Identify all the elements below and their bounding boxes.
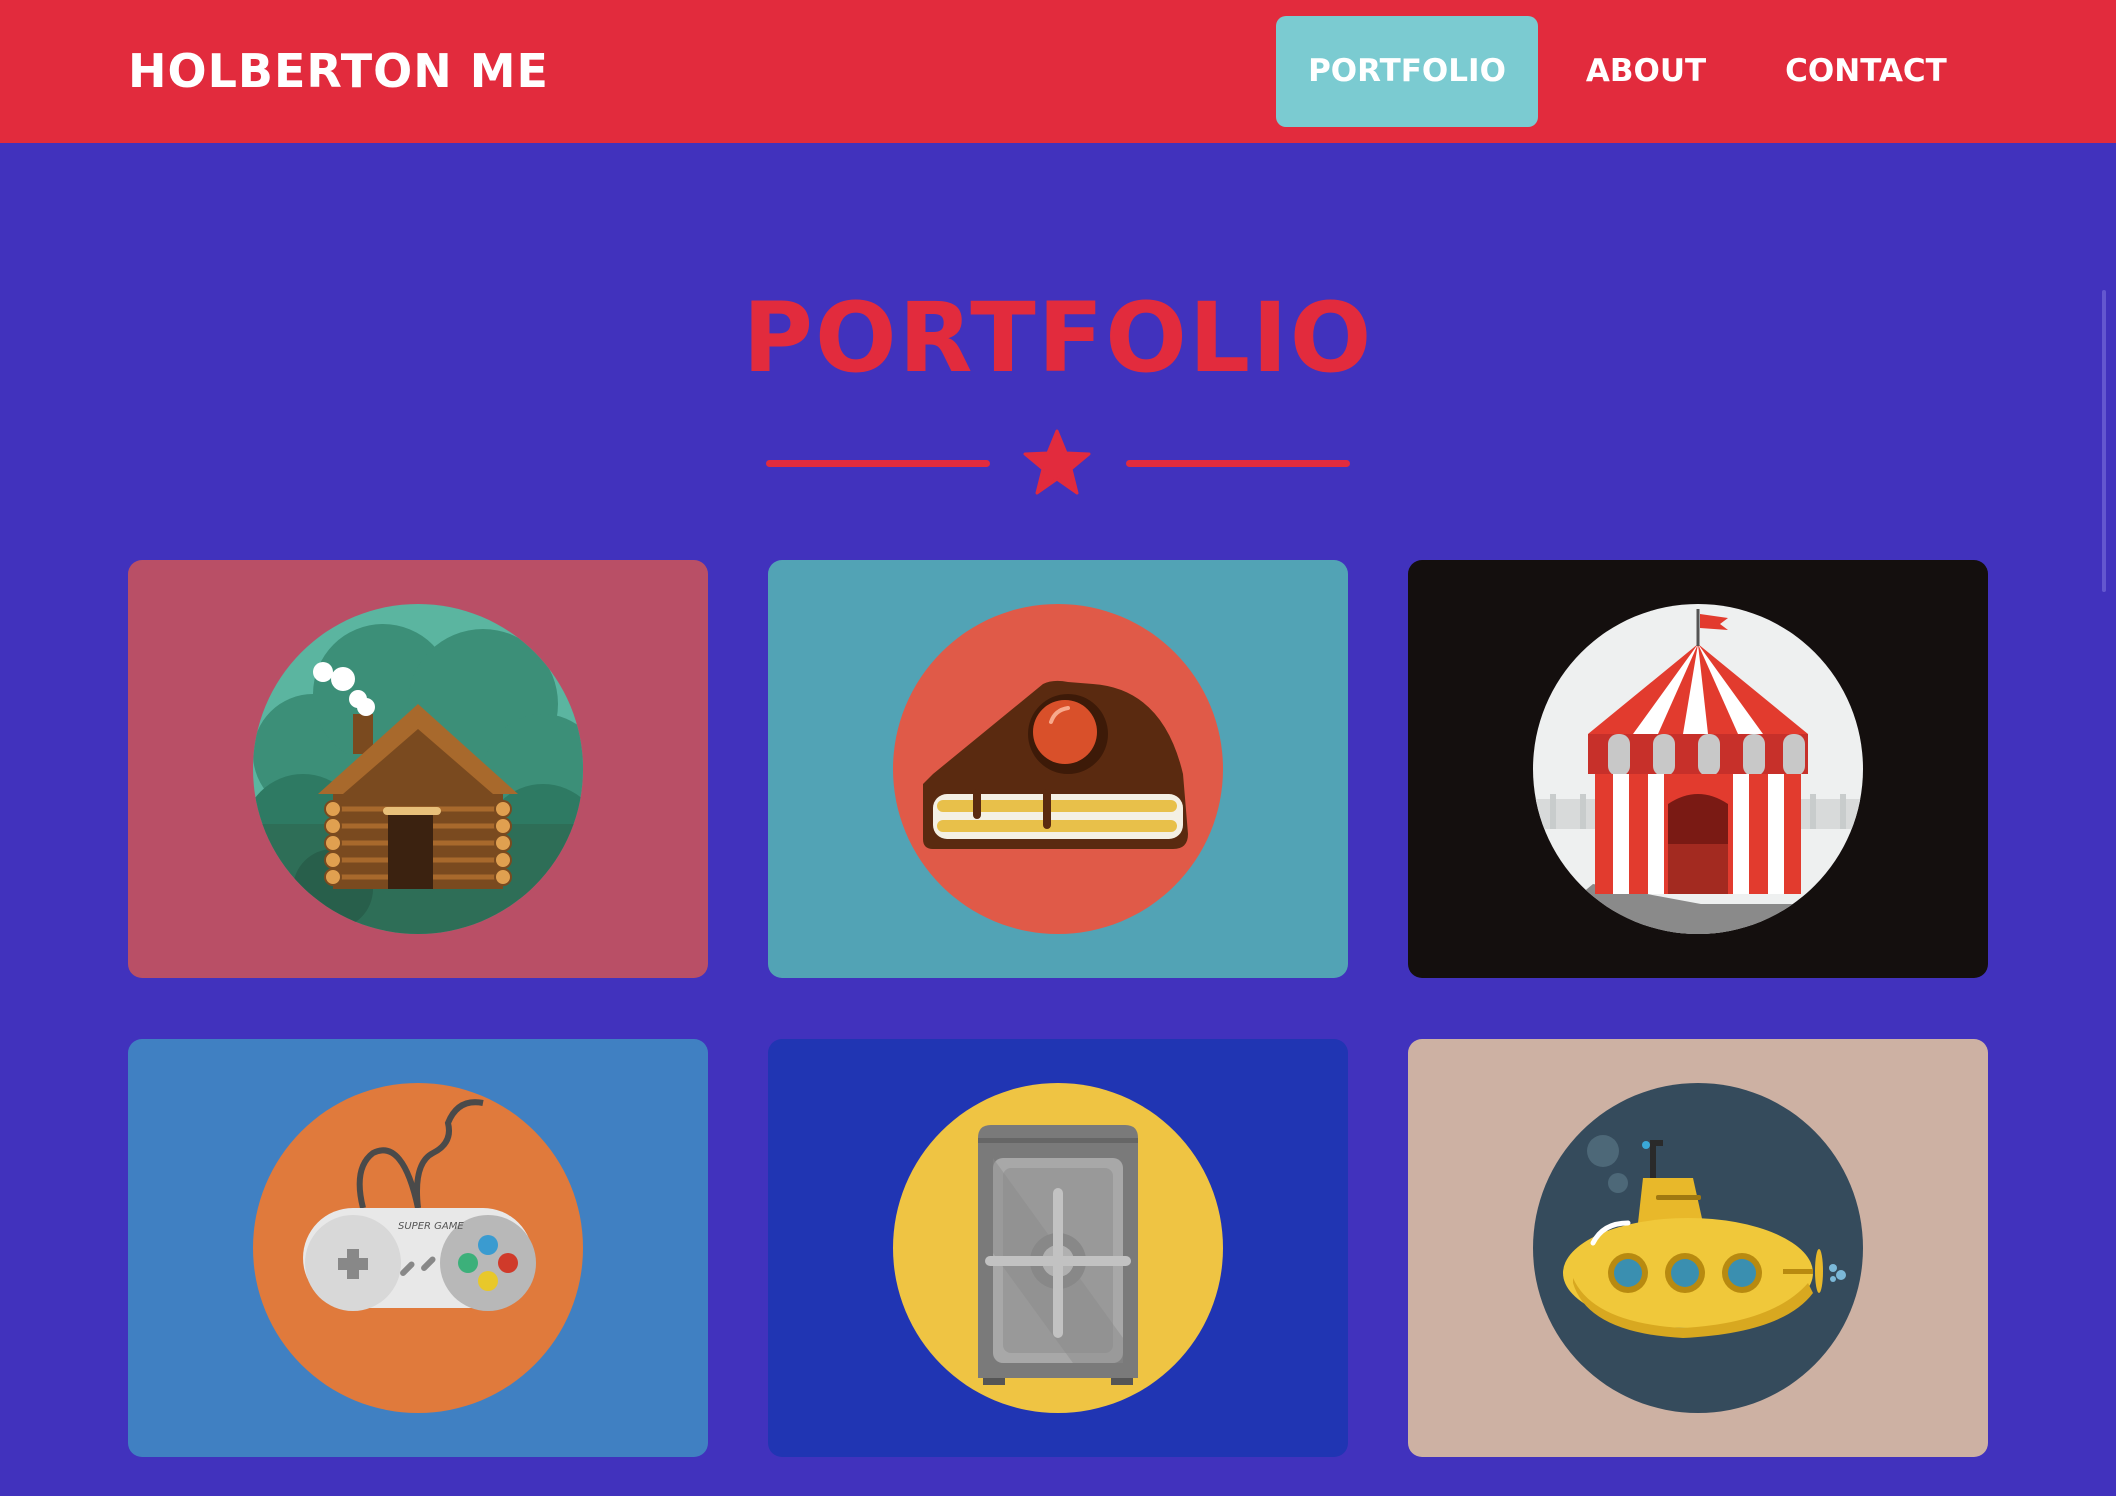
- game-controller-icon: SUPER GAME: [253, 1083, 583, 1413]
- divider-line-right: [1126, 460, 1350, 467]
- nav-contact[interactable]: CONTACT: [1754, 16, 1978, 127]
- log-cabin-icon: [253, 604, 583, 934]
- section-title: PORTFOLIO: [742, 282, 1374, 394]
- brand-logo[interactable]: HOLBERTON ME: [128, 40, 549, 102]
- controller-label: SUPER GAME: [398, 1221, 464, 1232]
- portfolio-item-circus[interactable]: [1408, 560, 1988, 978]
- navbar: HOLBERTON ME PORTFOLIO ABOUT CONTACT: [0, 0, 2116, 143]
- divider-line-left: [766, 460, 990, 467]
- portfolio-item-safe[interactable]: [768, 1039, 1348, 1457]
- safe-icon: [893, 1083, 1223, 1413]
- submarine-icon: [1533, 1083, 1863, 1413]
- cake-slice-icon: [893, 604, 1223, 934]
- portfolio-item-cabin[interactable]: [128, 560, 708, 978]
- portfolio-item-controller[interactable]: SUPER GAME: [128, 1039, 708, 1457]
- portfolio-item-cake[interactable]: [768, 560, 1348, 978]
- portfolio-item-submarine[interactable]: [1408, 1039, 1988, 1457]
- star-icon: [1023, 429, 1091, 495]
- nav-about[interactable]: ABOUT: [1556, 16, 1736, 127]
- circus-tent-icon: [1533, 604, 1863, 934]
- nav-portfolio[interactable]: PORTFOLIO: [1276, 16, 1538, 127]
